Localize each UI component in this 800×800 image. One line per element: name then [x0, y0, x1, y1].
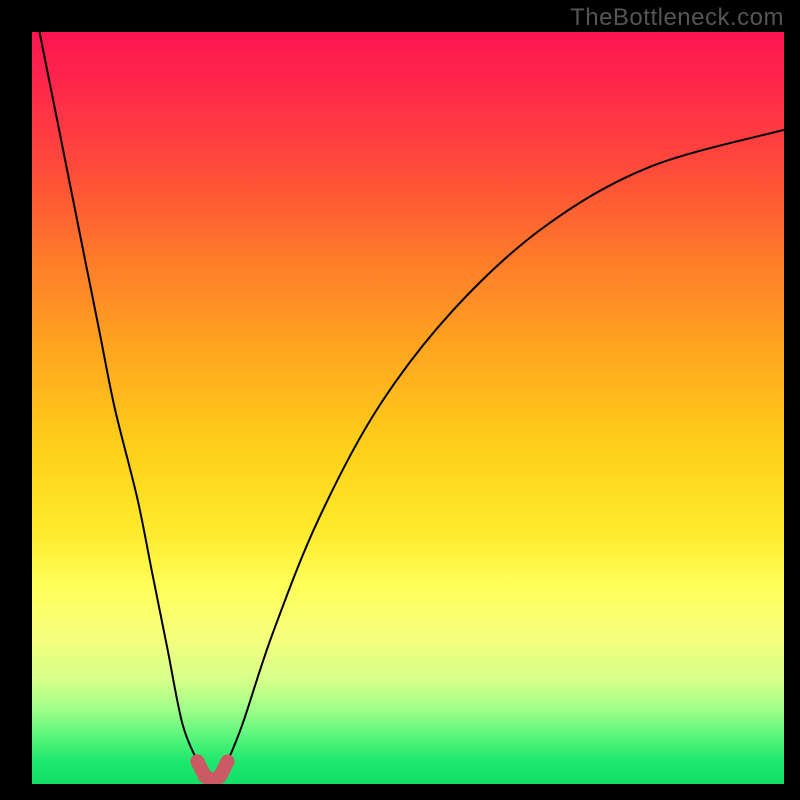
optimal-marker-path: [197, 761, 227, 780]
bottleneck-curve-path: [40, 32, 785, 780]
watermark-text: TheBottleneck.com: [570, 4, 784, 32]
curve-overlay: [32, 32, 784, 784]
chart-area: [32, 32, 784, 784]
